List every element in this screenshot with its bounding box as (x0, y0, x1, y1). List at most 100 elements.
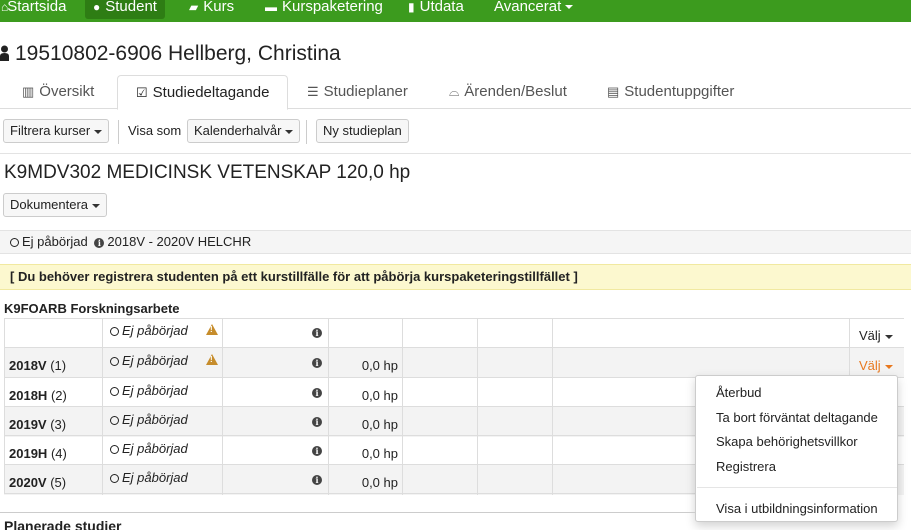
student-title: 19510802-6906 Hellberg, Christina (15, 42, 341, 65)
tab-studentuppgifter[interactable]: ▤ Studentuppgifter (607, 75, 734, 109)
table-cell (403, 348, 478, 378)
status-text: Ej påbörjad (110, 383, 188, 398)
tab-oversikt-label: Översikt (39, 83, 95, 100)
course-status: Ej påbörjad (22, 234, 88, 249)
tab-oversikt[interactable]: ▥ Översikt (22, 75, 94, 109)
folder-icon: ▬ (265, 0, 277, 14)
caret-down-icon (285, 129, 294, 134)
menu-item-create-eligibility[interactable]: Skapa behörighetsvillkor (716, 434, 858, 449)
term-label: 2019V (3) (9, 417, 66, 432)
table-left-border (4, 318, 5, 493)
status-label: Ej påbörjad (122, 412, 188, 427)
document-button[interactable]: Dokumentera (3, 193, 108, 217)
top-navbar: ⌂Startsida ● Student ▰ Kurs ▬ Kurspaketerin… (0, 0, 911, 22)
document-label: Dokumentera (10, 197, 89, 212)
nav-startsida[interactable]: ⌂Startsida (1, 0, 66, 20)
divider (0, 153, 911, 154)
new-study-plan-label: Ny studieplan (323, 123, 402, 138)
nav-kurs-label: Kurs (203, 0, 235, 15)
credits-value: 0,0 hp (361, 417, 398, 432)
filter-courses-button[interactable]: Filtrera kurser (3, 119, 110, 143)
menu-item-remove-expected[interactable]: Ta bort förväntat deltagande (716, 410, 878, 425)
toolbar-divider (306, 120, 307, 144)
row-actions-dropdown: Återbud Ta bort förväntat deltagande Ska… (695, 375, 898, 522)
tab-arenden-label: Ärenden/Beslut (464, 83, 567, 100)
table-cell (403, 407, 478, 437)
view-as-label: Visa som (128, 123, 182, 138)
circle-icon (110, 387, 119, 396)
term-number: (2) (50, 388, 67, 403)
select-label: Välj (859, 358, 881, 373)
nav-kurspaketering[interactable]: ▬ Kurspaketering (265, 0, 383, 20)
status-text: Ej påbörjad (110, 412, 188, 427)
info-button[interactable]: i (312, 354, 325, 369)
page-title: 19510802-6906 Hellberg, Christina (0, 42, 341, 66)
table-cell (403, 436, 478, 466)
info-button[interactable]: i (312, 413, 325, 428)
file-icon: ▤ (607, 84, 620, 99)
divider (0, 512, 695, 513)
menu-item-aterbud[interactable]: Återbud (716, 385, 762, 400)
status-label: Ej påbörjad (122, 441, 188, 456)
menu-item-register[interactable]: Registrera (716, 459, 776, 474)
nav-student[interactable]: ● Student (85, 0, 165, 19)
check-square-icon: ☑ (136, 85, 148, 100)
course-title: K9MDV302 MEDICINSK VETENSKAP 120,0 hp (4, 162, 411, 183)
tab-studiedeltagande[interactable]: ☑ Studiedeltagande (117, 75, 289, 110)
nav-kurs[interactable]: ▰ Kurs (189, 0, 234, 20)
nav-utdata[interactable]: ▮ Utdata (408, 0, 464, 20)
nav-student-label: Student (105, 0, 157, 15)
table-cell (478, 436, 553, 466)
info-icon[interactable]: i (94, 238, 105, 248)
tab-studieplaner[interactable]: ☰ Studieplaner (307, 75, 408, 109)
warning-banner: [ Du behöver registrera studenten på ett… (0, 264, 911, 290)
filter-courses-label: Filtrera kurser (10, 123, 91, 138)
circle-icon (110, 357, 119, 366)
user-icon: ● (93, 0, 101, 14)
view-as-select[interactable]: Kalenderhalvår (187, 119, 301, 143)
info-button[interactable]: i (312, 471, 325, 486)
info-icon[interactable]: i (312, 358, 322, 368)
term-number: (4) (50, 446, 67, 461)
caret-down-icon (92, 203, 101, 208)
tab-studieplaner-label: Studieplaner (323, 83, 408, 100)
term-name: 2018V (9, 358, 47, 373)
status-label: Ej påbörjad (122, 383, 188, 398)
info-button[interactable]: i (312, 384, 325, 399)
info-button[interactable]: i (312, 442, 325, 457)
status-label: Ej påbörjad (122, 323, 188, 338)
table-cell (553, 318, 850, 348)
nav-utdata-label: Utdata (419, 0, 464, 15)
tab-arenden[interactable]: ⌓ Ärenden/Beslut (449, 75, 567, 109)
table-cell (403, 378, 478, 408)
nav-avancerat[interactable]: Avancerat (494, 0, 574, 20)
view-as-value: Kalenderhalvår (194, 123, 282, 138)
header-select-button[interactable]: Välj (859, 328, 893, 343)
status-label: Ej påbörjad (122, 353, 188, 368)
new-study-plan-button[interactable]: Ny studieplan (316, 119, 409, 143)
info-icon[interactable]: i (312, 328, 322, 338)
table-cell (478, 378, 553, 408)
info-icon[interactable]: i (312, 417, 322, 427)
menu-divider (697, 487, 897, 488)
circle-icon (110, 416, 119, 425)
info-button[interactable]: i (312, 324, 325, 339)
term-name: 2020V (9, 475, 47, 490)
module-title: K9FOARB Forskningsarbete (4, 301, 180, 316)
row-select-button[interactable]: Välj (859, 358, 893, 373)
status-label: Ej påbörjad (122, 470, 188, 485)
info-icon[interactable]: i (312, 388, 322, 398)
term-name: 2019H (9, 446, 48, 461)
credits-value: 0,0 hp (361, 475, 398, 490)
term-label: 2018V (1) (9, 358, 66, 373)
table-cell (478, 465, 553, 495)
nav-avancerat-label: Avancerat (494, 0, 562, 15)
info-icon[interactable]: i (312, 475, 322, 485)
nav-kurspaketering-label: Kurspaketering (282, 0, 383, 15)
list-icon: ☰ (307, 84, 319, 99)
table-header-row: Ej påbörjad i Välj (4, 318, 904, 348)
book-icon: ▰ (189, 0, 199, 14)
menu-item-show-education-info[interactable]: Visa i utbildningsinformation (716, 501, 878, 516)
info-icon[interactable]: i (312, 446, 322, 456)
planned-studies-heading: Planerade studier (4, 518, 122, 530)
